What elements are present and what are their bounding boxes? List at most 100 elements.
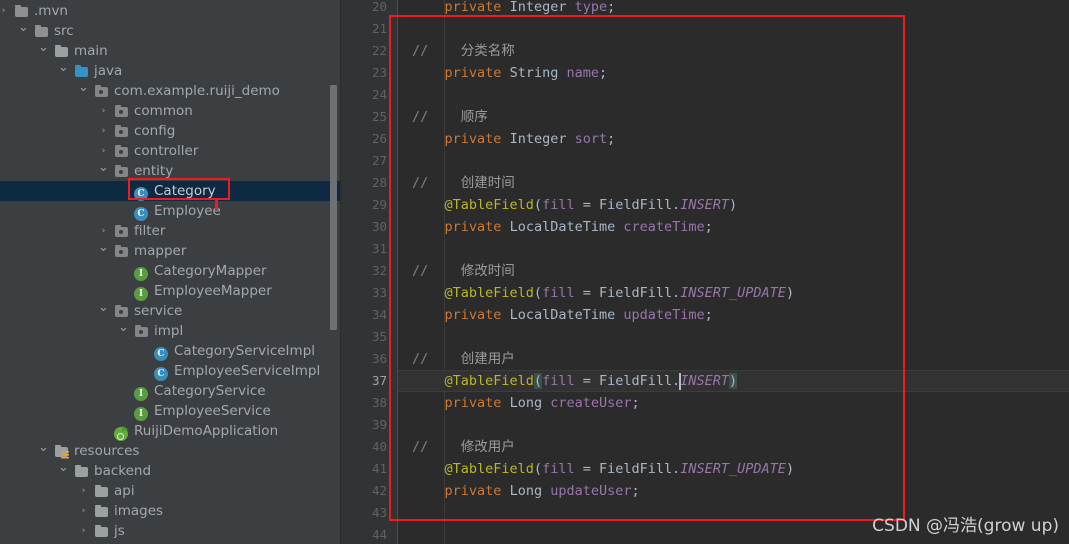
- tree-item-filter[interactable]: › filter: [0, 221, 340, 241]
- chevron-right-icon[interactable]: ›: [98, 121, 109, 141]
- package-icon: [94, 84, 109, 98]
- line-number: 30: [371, 219, 387, 234]
- folder-icon: [54, 44, 69, 58]
- line-number: 29: [371, 197, 387, 212]
- tree-item-ruijidemoapplication[interactable]: RuijiDemoApplication: [0, 421, 340, 441]
- annotation-connector-line: [215, 198, 218, 210]
- chevron-down-icon[interactable]: ⌄: [118, 321, 129, 341]
- tree-item-label: main: [74, 43, 108, 59]
- tree-item-mapper[interactable]: ⌄ mapper: [0, 241, 340, 261]
- tree-item-api[interactable]: › api: [0, 481, 340, 501]
- tree-item-resources[interactable]: ⌄ resources: [0, 441, 340, 461]
- source-folder-icon: [74, 64, 89, 78]
- line-number: 32: [371, 263, 387, 278]
- folder-icon: [74, 464, 89, 478]
- line-number: 20: [371, 0, 387, 14]
- package-icon: [114, 224, 129, 238]
- tree-item-backend[interactable]: ⌄ backend: [0, 461, 340, 481]
- spring-boot-icon: [114, 424, 129, 441]
- tree-item--mvn[interactable]: › .mvn: [0, 1, 340, 21]
- tree-item-label: .mvn: [34, 3, 68, 19]
- java-interface-icon: I: [134, 404, 149, 421]
- java-interface-icon: I: [134, 284, 149, 301]
- tree-item-label: CategoryServiceImpl: [174, 343, 316, 359]
- tree-item-service[interactable]: ⌄ service: [0, 301, 340, 321]
- chevron-right-icon[interactable]: ›: [78, 521, 89, 541]
- tree-item-images[interactable]: › images: [0, 501, 340, 521]
- line-number: 25: [371, 109, 387, 124]
- tree-item-label: CategoryMapper: [154, 263, 267, 279]
- line-number: 36: [371, 351, 387, 366]
- tree-item-label: filter: [134, 223, 166, 239]
- package-icon: [114, 304, 129, 318]
- line-number: 23: [371, 65, 387, 80]
- folder-icon: [94, 504, 109, 518]
- chevron-right-icon[interactable]: ›: [98, 221, 109, 241]
- chevron-right-icon[interactable]: ›: [98, 141, 109, 161]
- line-number: 44: [371, 527, 387, 542]
- java-interface-icon: I: [134, 384, 149, 401]
- line-number: 43: [371, 505, 387, 520]
- tree-item-label: java: [94, 63, 123, 79]
- project-tree-scrollbar[interactable]: [330, 85, 337, 330]
- tree-item-com-example-ruiji-demo[interactable]: ⌄ com.example.ruiji_demo: [0, 81, 340, 101]
- tree-item-label: com.example.ruiji_demo: [114, 83, 280, 99]
- tree-item-employeeserviceimpl[interactable]: C EmployeeServiceImpl: [0, 361, 340, 381]
- folder-icon: [34, 24, 49, 38]
- chevron-down-icon[interactable]: ⌄: [38, 441, 49, 461]
- package-icon: [134, 324, 149, 338]
- line-number: 27: [371, 153, 387, 168]
- tree-item-categorymapper[interactable]: I CategoryMapper: [0, 261, 340, 281]
- line-number: 34: [371, 307, 387, 322]
- java-class-icon: C: [134, 204, 149, 221]
- chevron-down-icon[interactable]: ⌄: [98, 301, 109, 321]
- chevron-right-icon[interactable]: ›: [98, 101, 109, 121]
- tree-item-label: api: [114, 483, 135, 499]
- tree-item-employeemapper[interactable]: I EmployeeMapper: [0, 281, 340, 301]
- package-icon: [114, 144, 129, 158]
- tree-item-impl[interactable]: ⌄ impl: [0, 321, 340, 341]
- line-number: 39: [371, 417, 387, 432]
- tree-item-employeeservice[interactable]: I EmployeeService: [0, 401, 340, 421]
- line-number: 21: [371, 21, 387, 36]
- chevron-down-icon[interactable]: ⌄: [58, 461, 69, 481]
- tree-item-categoryserviceimpl[interactable]: C CategoryServiceImpl: [0, 341, 340, 361]
- chevron-down-icon[interactable]: ⌄: [98, 161, 109, 181]
- tree-item-categoryservice[interactable]: I CategoryService: [0, 381, 340, 401]
- chevron-down-icon[interactable]: ⌄: [78, 81, 89, 101]
- tree-item-label: js: [114, 523, 125, 539]
- chevron-down-icon[interactable]: ⌄: [58, 61, 69, 81]
- line-number: 33: [371, 285, 387, 300]
- chevron-right-icon[interactable]: ›: [78, 481, 89, 501]
- tree-item-employee[interactable]: C Employee: [0, 201, 340, 221]
- tree-item-label: common: [134, 103, 193, 119]
- tree-item-java[interactable]: ⌄ java: [0, 61, 340, 81]
- tree-item-js[interactable]: › js: [0, 521, 340, 541]
- tree-item-common[interactable]: › common: [0, 101, 340, 121]
- chevron-down-icon[interactable]: ⌄: [18, 21, 29, 41]
- tree-item-label: Employee: [154, 203, 221, 219]
- project-tree-panel[interactable]: › .mvn ⌄ src ⌄ main ⌄ java ⌄ com.example.ruiji_de…: [0, 0, 340, 544]
- chevron-right-icon[interactable]: ›: [0, 1, 9, 21]
- line-number: 41: [371, 461, 387, 476]
- tree-item-src[interactable]: ⌄ src: [0, 21, 340, 41]
- chevron-down-icon[interactable]: ⌄: [98, 241, 109, 261]
- tree-item-label: RuijiDemoApplication: [134, 423, 279, 439]
- tree-item-label: impl: [154, 323, 184, 339]
- package-icon: [114, 104, 129, 118]
- java-interface-icon: I: [134, 264, 149, 281]
- line-number: 31: [371, 241, 387, 256]
- package-icon: [114, 244, 129, 258]
- chevron-right-icon[interactable]: ›: [78, 501, 89, 521]
- tree-item-main[interactable]: ⌄ main: [0, 41, 340, 61]
- line-number: 40: [371, 439, 387, 454]
- line-number: 22: [371, 43, 387, 58]
- line-number: 37: [371, 373, 387, 388]
- folder-icon: [94, 524, 109, 538]
- chevron-down-icon[interactable]: ⌄: [38, 41, 49, 61]
- line-number: 38: [371, 395, 387, 410]
- tree-item-controller[interactable]: › controller: [0, 141, 340, 161]
- line-number: 28: [371, 175, 387, 190]
- tree-item-config[interactable]: › config: [0, 121, 340, 141]
- line-number: 26: [371, 131, 387, 146]
